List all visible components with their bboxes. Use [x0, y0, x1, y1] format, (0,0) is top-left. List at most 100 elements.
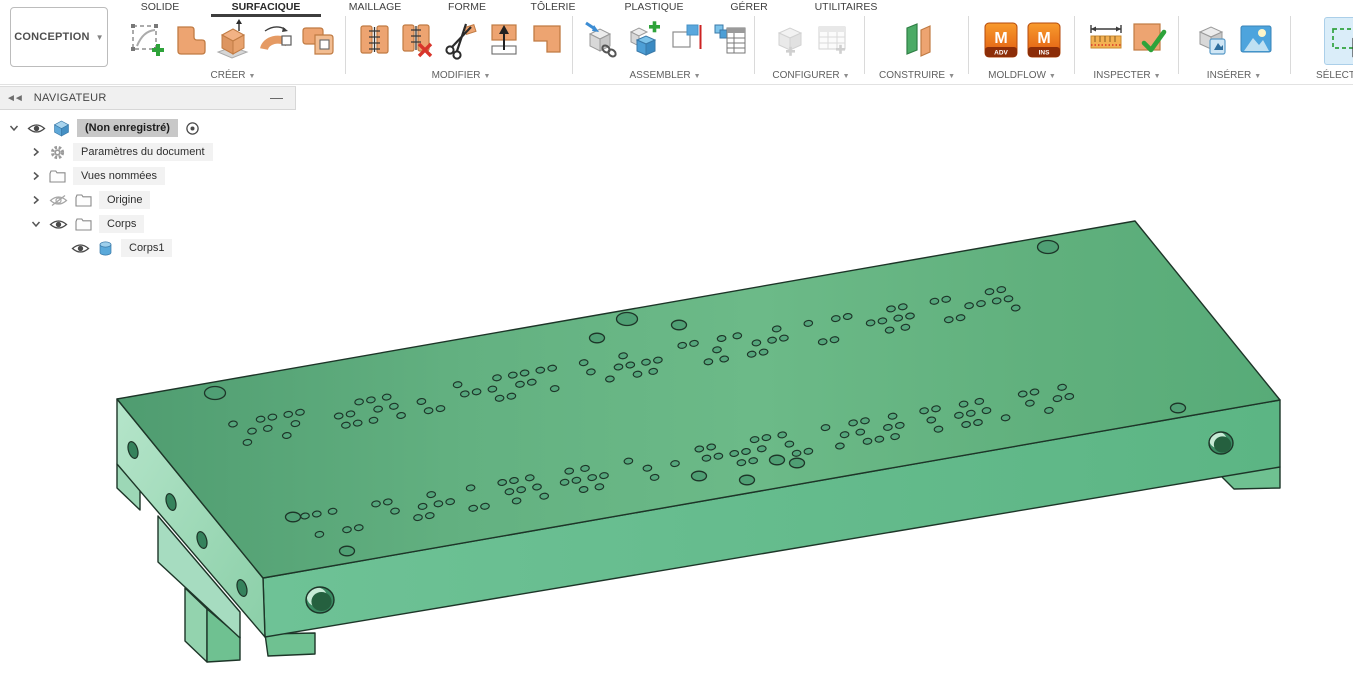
tree-item-named-views-label[interactable]: Vues nommées	[73, 167, 165, 185]
group-label-assembler[interactable]: ASSEMBLER▼	[578, 70, 752, 81]
collapse-panel-icon[interactable]: ◄◄	[6, 93, 22, 104]
chevron-down-icon: ▼	[96, 33, 104, 42]
tree-item-root-label[interactable]: (Non enregistré)	[77, 119, 178, 137]
measure-button[interactable]	[1085, 17, 1126, 63]
tree-row-origin: Origine	[0, 188, 296, 212]
chevron-down-icon[interactable]	[30, 218, 42, 230]
moldflow-insight-button[interactable]: M INS	[1023, 17, 1064, 63]
tab-plastique[interactable]: PLASTIQUE	[618, 0, 690, 15]
group-label-inserer[interactable]: INSÉRER▼	[1182, 70, 1286, 81]
moldflow-insight-icon: M INS	[1025, 19, 1063, 61]
trim-button[interactable]	[441, 17, 482, 63]
offset-surface-icon	[300, 19, 338, 61]
minimize-panel-icon[interactable]: —	[270, 93, 283, 103]
group-separator	[345, 16, 346, 74]
select-tool-button[interactable]	[1324, 17, 1353, 65]
group-label-selectionner[interactable]: SÉLECTIONN	[1298, 70, 1353, 81]
moldflow-adviser-icon: M ADV	[982, 19, 1020, 61]
group-separator	[1074, 16, 1075, 74]
tree-item-origin-label[interactable]: Origine	[99, 191, 150, 209]
configure-button[interactable]	[769, 17, 810, 63]
group-label-configurer[interactable]: CONFIGURER▼	[762, 70, 860, 81]
gear-icon	[49, 144, 66, 161]
tree-item-body1-label[interactable]: Corps1	[121, 239, 172, 257]
joint-origin-icon	[668, 19, 706, 61]
group-modifier: MODIFIER▼	[352, 16, 570, 82]
ribbon-toolbar: CONCEPTION ▼ SOLIDE SURFACIQUE MAILLAGE …	[0, 0, 1353, 85]
group-separator	[572, 16, 573, 74]
folder-icon	[75, 194, 92, 207]
configuration-table-button[interactable]	[812, 17, 853, 63]
tab-solide[interactable]: SOLIDE	[124, 0, 196, 15]
new-component-button[interactable]	[623, 17, 664, 63]
group-selectionner: SÉLECTIONN	[1298, 16, 1353, 82]
construct-plane-button[interactable]	[897, 17, 938, 63]
activate-radio-icon[interactable]	[185, 121, 200, 136]
tab-forme[interactable]: FORME	[440, 0, 494, 15]
merge-icon	[528, 19, 566, 61]
group-label-inspecter[interactable]: INSPECTER▼	[1080, 70, 1174, 81]
insert-mesh-button[interactable]	[1192, 17, 1233, 63]
group-separator	[754, 16, 755, 74]
moldflow-adv-badge: ADV	[994, 50, 1008, 57]
visibility-eye-icon[interactable]	[71, 242, 90, 255]
chevron-right-icon[interactable]	[30, 170, 42, 182]
bom-table-icon	[711, 19, 749, 61]
visibility-off-eye-icon[interactable]	[49, 194, 68, 207]
surface-patch-button[interactable]	[170, 17, 211, 63]
measure-icon	[1087, 19, 1125, 61]
visibility-eye-icon[interactable]	[27, 122, 46, 135]
tree-row-document-settings: Paramètres du document	[0, 140, 296, 164]
create-sketch-icon	[128, 19, 166, 61]
bom-table-button[interactable]	[709, 17, 750, 63]
construct-plane-icon	[898, 19, 936, 61]
tab-utilitaires[interactable]: UTILITAIRES	[806, 0, 886, 15]
revolve-surface-button[interactable]	[256, 17, 297, 63]
group-label-creer[interactable]: CRÉER▼	[124, 70, 342, 81]
extrude-surface-button[interactable]	[213, 17, 254, 63]
validate-button[interactable]	[1128, 17, 1169, 63]
tree-item-document-settings-label[interactable]: Paramètres du document	[73, 143, 213, 161]
chevron-right-icon[interactable]	[30, 146, 42, 158]
dropdown-caret-icon: ▼	[1049, 73, 1056, 80]
browser-tree: (Non enregistré) Paramètres du document …	[0, 110, 296, 260]
insert-derive-icon	[582, 19, 620, 61]
tab-surfacique[interactable]: SURFACIQUE	[206, 0, 326, 15]
tab-gerer[interactable]: GÉRER	[724, 0, 774, 15]
visibility-eye-icon[interactable]	[49, 218, 68, 231]
tree-item-bodies-label[interactable]: Corps	[99, 215, 144, 233]
extend-button[interactable]	[484, 17, 525, 63]
create-sketch-button[interactable]	[127, 17, 168, 63]
select-tool-icon	[1327, 20, 1353, 62]
svg-text:M: M	[994, 30, 1007, 47]
tab-tolerie[interactable]: TÔLERIE	[522, 0, 584, 15]
offset-surface-button[interactable]	[299, 17, 340, 63]
tree-row-root: (Non enregistré)	[0, 116, 296, 140]
group-separator	[1178, 16, 1179, 74]
tab-maillage[interactable]: MAILLAGE	[338, 0, 412, 15]
merge-button[interactable]	[527, 17, 568, 63]
extend-icon	[485, 19, 523, 61]
group-label-construire[interactable]: CONSTRUIRE▼	[872, 70, 962, 81]
stitch-button[interactable]	[355, 17, 396, 63]
dropdown-caret-icon: ▼	[1254, 73, 1261, 80]
configuration-table-icon	[814, 19, 852, 61]
chevron-down-icon[interactable]	[8, 122, 20, 134]
moldflow-adviser-button[interactable]: M ADV	[980, 17, 1021, 63]
tree-row-named-views: Vues nommées	[0, 164, 296, 188]
model-corps1[interactable]	[117, 221, 1280, 662]
dropdown-caret-icon: ▼	[1154, 73, 1161, 80]
fusion360-window: { "ribbon": { "workspace": "CONCEPTION",…	[0, 0, 1353, 691]
group-label-modifier[interactable]: MODIFIER▼	[352, 70, 570, 81]
workspace-selector-button[interactable]: CONCEPTION ▼	[10, 7, 108, 67]
group-label-moldflow[interactable]: MOLDFLOW▼	[974, 70, 1070, 81]
dropdown-caret-icon: ▼	[483, 73, 490, 80]
insert-canvas-button[interactable]	[1235, 17, 1276, 63]
insert-derive-button[interactable]	[580, 17, 621, 63]
group-separator	[864, 16, 865, 74]
tree-row-bodies: Corps	[0, 212, 296, 236]
extrude-surface-icon	[214, 19, 252, 61]
unstitch-button[interactable]	[398, 17, 439, 63]
joint-origin-button[interactable]	[666, 17, 707, 63]
chevron-right-icon[interactable]	[30, 194, 42, 206]
